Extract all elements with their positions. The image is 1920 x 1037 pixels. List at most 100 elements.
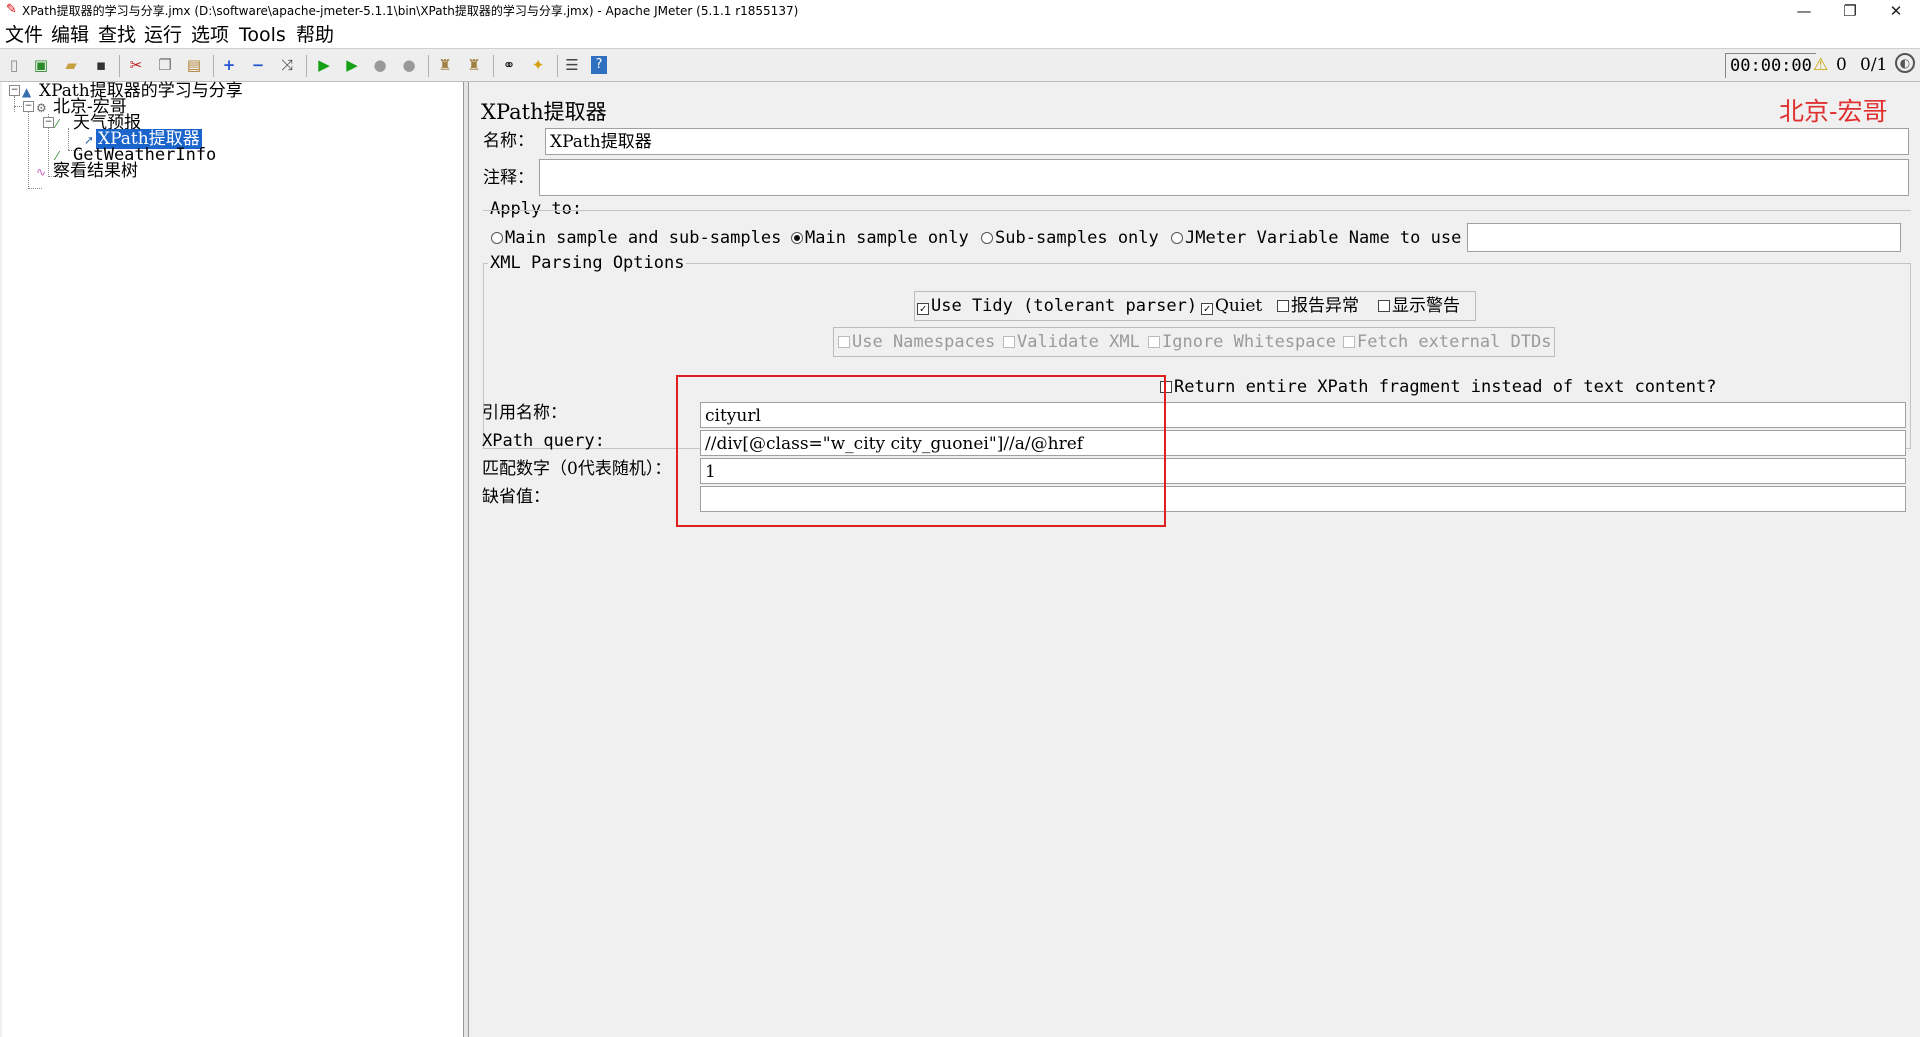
option-label: Ignore Whitespace <box>1162 332 1336 352</box>
radio-jmeter-variable[interactable]: JMeter Variable Name to use <box>1171 227 1461 249</box>
checkbox-indicator: ✓ <box>917 303 929 315</box>
ref-name-value: cityurl <box>705 406 761 426</box>
restore-button[interactable]: ❐ <box>1828 0 1872 22</box>
open-icon[interactable]: ▰ <box>61 55 81 75</box>
match-number-field[interactable]: 1 <box>700 458 1906 484</box>
report-errors-checkbox[interactable]: 报告异常 <box>1277 295 1359 317</box>
window-title-bar: ✎ XPath提取器的学习与分享.jmx (D:\software\apache… <box>0 0 1920 22</box>
menu-help[interactable]: 帮助 <box>296 24 334 46</box>
function-helper-icon[interactable]: ☰ <box>562 55 582 75</box>
search-icon[interactable]: ⚭ <box>499 55 519 75</box>
option-label: Sub-samples only <box>995 228 1159 248</box>
warning-icon[interactable]: ⚠ <box>1813 55 1828 75</box>
checkbox-indicator <box>1160 381 1172 393</box>
option-label: Use Namespaces <box>852 332 996 352</box>
quiet-checkbox[interactable]: ✓ Quiet <box>1201 295 1262 317</box>
return-fragment-checkbox[interactable]: Return entire XPath fragment instead of … <box>1160 376 1716 398</box>
help-icon[interactable]: ? <box>591 56 607 74</box>
comment-field[interactable] <box>539 159 1909 196</box>
cut-icon[interactable]: ✂ <box>126 55 146 75</box>
graph-icon: ∿ <box>36 165 47 179</box>
remote-status-icon: ◐ <box>1895 53 1915 73</box>
checkbox-indicator: ✓ <box>1201 303 1213 315</box>
expander-thread-group[interactable]: − <box>23 101 34 112</box>
radio-indicator <box>491 232 503 244</box>
watermark: 北京-宏哥 <box>1779 97 1888 126</box>
reset-search-icon[interactable]: ✦ <box>528 55 548 75</box>
test-plan-icon: ▲ <box>22 85 32 99</box>
comment-label: 注释： <box>483 168 534 188</box>
shutdown-icon[interactable]: ● <box>399 55 419 75</box>
menu-options[interactable]: 选项 <box>191 24 229 46</box>
menu-bar: 文件 编辑 查找 运行 选项 Tools 帮助 <box>0 22 1920 48</box>
panel-title: XPath提取器 <box>481 100 607 124</box>
radio-main-and-sub[interactable]: Main sample and sub-samples <box>491 227 781 249</box>
stop-icon[interactable]: ● <box>370 55 390 75</box>
minimize-button[interactable]: — <box>1782 0 1826 22</box>
clear-all-icon[interactable]: ♜ <box>464 55 484 75</box>
radio-main-only[interactable]: Main sample only <box>791 227 969 249</box>
option-label: Use Tidy (tolerant parser) <box>931 296 1198 316</box>
menu-edit[interactable]: 编辑 <box>51 24 89 46</box>
show-warnings-checkbox[interactable]: 显示警告 <box>1378 295 1460 317</box>
xml-parsing-title: XML Parsing Options <box>488 253 687 273</box>
xpath-query-value: //div[@class="w_city city_guonei"]//a/@h… <box>705 434 1084 454</box>
collapse-all-icon[interactable]: − <box>248 55 268 75</box>
use-tidy-checkbox[interactable]: ✓ Use Tidy (tolerant parser) <box>917 295 1197 317</box>
elapsed-timer: 00:00:00 <box>1725 53 1816 78</box>
thread-count: 0/1 <box>1860 55 1888 75</box>
default-value-label: 缺省值： <box>482 487 550 507</box>
xpath-extractor-panel: XPath提取器 北京-宏哥 名称： XPath提取器 注释： Apply to… <box>469 82 1920 1037</box>
radio-sub-only[interactable]: Sub-samples only <box>981 227 1159 249</box>
toggle-icon[interactable]: ⤨ <box>277 55 297 75</box>
expand-all-icon[interactable]: + <box>219 55 239 75</box>
save-icon[interactable]: ▪ <box>91 55 111 75</box>
menu-file[interactable]: 文件 <box>5 24 43 46</box>
checkbox-indicator <box>1277 300 1289 312</box>
xpath-query-label: XPath query: <box>482 431 605 451</box>
radio-indicator <box>791 232 803 244</box>
toolbar: ▯ ▣ ▰ ▪ ✂ ❐ ▤ + − ⤨ ▶ ▶ ● ● ♜ ♜ ⚭ ✦ ☰ ? <box>0 48 1920 82</box>
option-label: Validate XML <box>1017 332 1140 352</box>
menu-tools[interactable]: Tools <box>239 24 286 46</box>
test-plan-tree: − − − ▲ XPath提取器的学习与分享 ⚙ 北京-宏哥 ⁄ 天气预报 ➚ XPat… <box>2 82 464 1037</box>
templates-icon[interactable]: ▣ <box>31 55 51 75</box>
checkbox-indicator <box>1343 336 1355 348</box>
option-label: 显示警告 <box>1392 296 1460 316</box>
checkbox-indicator <box>838 336 850 348</box>
option-label: JMeter Variable Name to use <box>1185 228 1462 248</box>
menu-search[interactable]: 查找 <box>98 24 136 46</box>
option-label: Quiet <box>1215 296 1263 316</box>
fetch-dtds-checkbox: Fetch external DTDs <box>1343 331 1551 353</box>
start-no-pauses-icon[interactable]: ▶ <box>342 55 362 75</box>
ref-name-field[interactable]: cityurl <box>700 402 1906 428</box>
option-label: Fetch external DTDs <box>1357 332 1552 352</box>
default-value-field[interactable] <box>700 486 1906 512</box>
gear-icon: ⚙ <box>36 101 47 115</box>
expander-root[interactable]: − <box>9 85 20 96</box>
checkbox-indicator <box>1148 336 1160 348</box>
copy-icon[interactable]: ❐ <box>155 55 175 75</box>
paste-icon[interactable]: ▤ <box>184 55 204 75</box>
ignore-whitespace-checkbox: Ignore Whitespace <box>1148 331 1336 353</box>
xpath-query-field[interactable]: //div[@class="w_city city_guonei"]//a/@h… <box>700 430 1906 456</box>
jmeter-feather-icon: ✎ <box>6 2 17 17</box>
radio-indicator <box>1171 232 1183 244</box>
radio-indicator <box>981 232 993 244</box>
checkbox-indicator <box>1378 300 1390 312</box>
name-label: 名称： <box>483 131 534 151</box>
checkbox-indicator <box>1003 336 1015 348</box>
name-field[interactable]: XPath提取器 <box>545 128 1909 155</box>
validate-xml-checkbox: Validate XML <box>1003 331 1140 353</box>
tree-node-result-tree[interactable]: ∿ 察看结果树 <box>36 162 138 181</box>
option-label: Main sample only <box>805 228 969 248</box>
expander-sampler[interactable]: − <box>43 117 54 128</box>
ref-name-label: 引用名称： <box>482 403 567 423</box>
clear-icon[interactable]: ♜ <box>435 55 455 75</box>
jmeter-variable-field[interactable] <box>1467 223 1901 252</box>
new-icon[interactable]: ▯ <box>4 55 24 75</box>
menu-run[interactable]: 运行 <box>144 24 182 46</box>
option-label: Return entire XPath fragment instead of … <box>1174 377 1717 397</box>
start-icon[interactable]: ▶ <box>314 55 334 75</box>
close-button[interactable]: ✕ <box>1874 0 1918 22</box>
